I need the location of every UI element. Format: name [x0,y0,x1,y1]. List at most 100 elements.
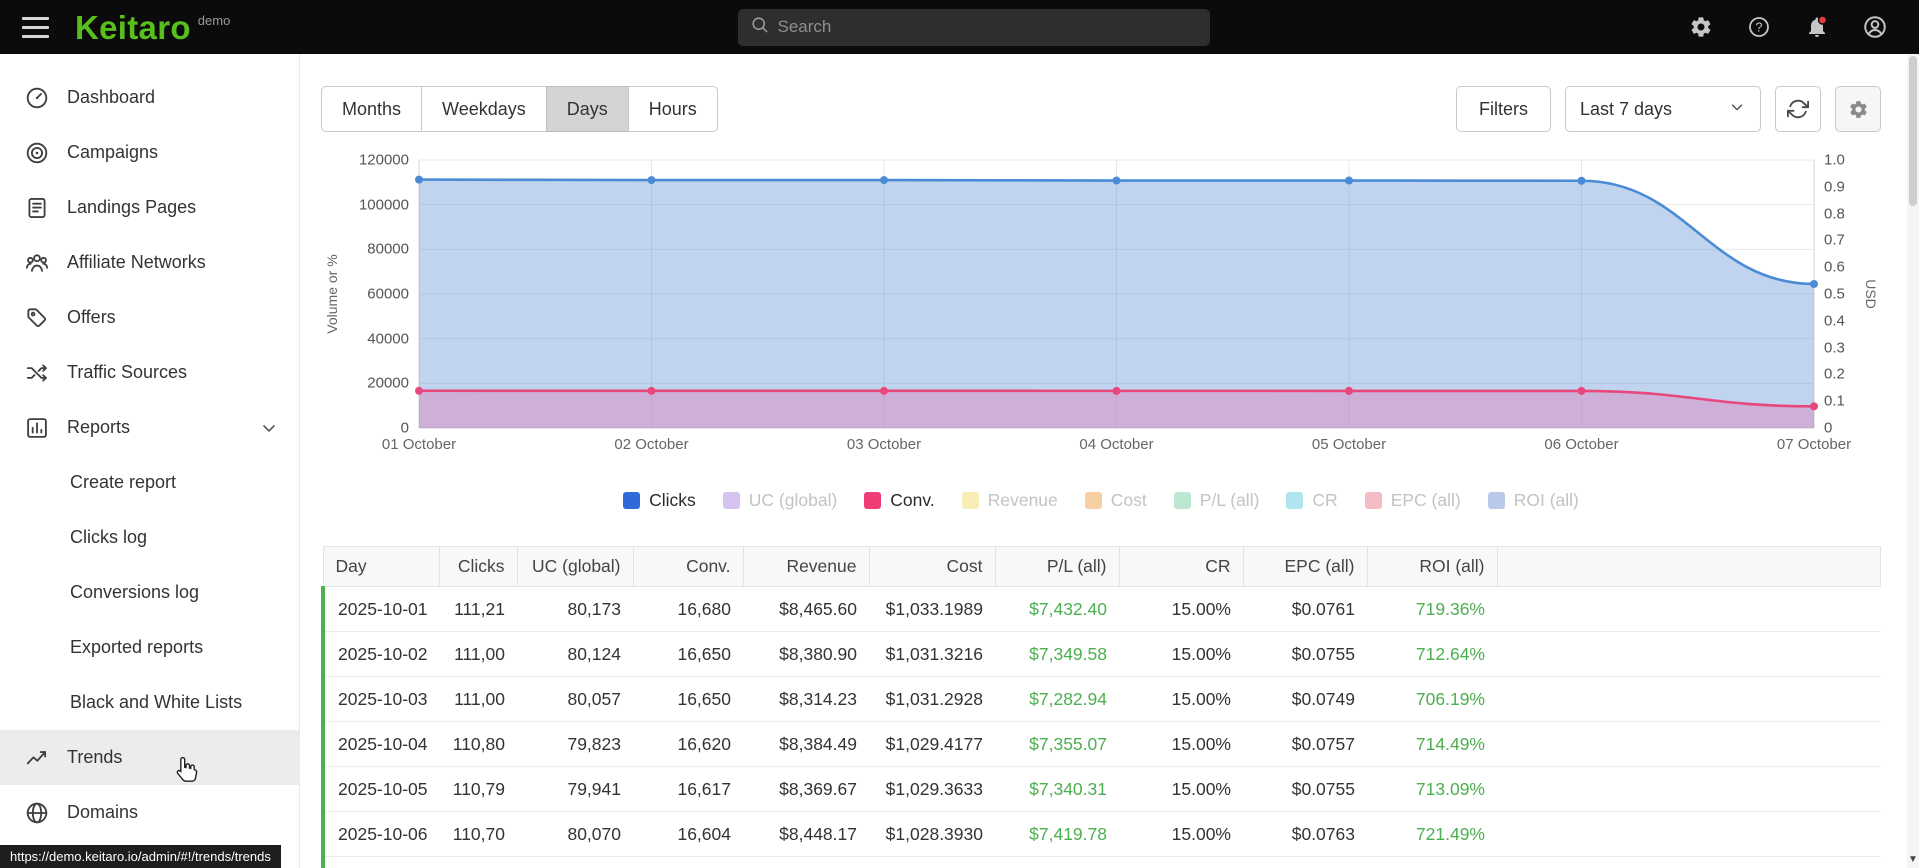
sidebar-item-clicks-log[interactable]: Clicks log [0,510,299,565]
x-tick-label: 04 October [1079,436,1154,453]
sidebar-item-offers[interactable]: Offers [0,290,299,345]
chevron-down-icon [1728,98,1746,121]
traffic-icon [24,360,50,386]
legend-item-epc-all[interactable]: EPC (all) [1364,490,1461,511]
cell: $0.0757 [1243,721,1367,767]
col-p-l-all: P/L (all) [994,546,1120,587]
cell [1497,631,1881,677]
cell: $8,465.60 [743,586,869,632]
cell: 2025-10-07 [321,856,439,868]
y-tick-right: 0.2 [1824,365,1845,383]
sidebar-item-label: Black and White Lists [70,692,243,712]
gear-icon [1849,100,1867,118]
scrollbar-down-arrow[interactable]: ▼ [1907,855,1919,865]
left-axis-ticks: 120000 100000 80000 60000 40000 20000 0 [343,152,419,437]
left-axis-label: Volume or % [324,254,340,334]
cell: $7,282.94 [995,676,1119,722]
affiliates-icon [24,250,50,276]
legend-item-conv[interactable]: Conv. [864,489,935,511]
sidebar-item-label: Clicks log [70,527,148,547]
legend-item-roi-all[interactable]: ROI (all) [1487,490,1579,511]
sidebar-item-exported-reports[interactable]: Exported reports [0,620,299,675]
sidebar-item-black-and-white-lists[interactable]: Black and White Lists [0,675,299,730]
y-tick: 60000 [367,285,409,303]
cell: $7,419.78 [995,811,1119,857]
legend-label: Conv. [890,489,935,510]
sidebar-item-label: Create report [70,472,177,492]
menu-icon[interactable] [22,16,49,38]
help-icon[interactable]: ? [1745,13,1773,41]
legend-item-uc-global[interactable]: UC (global) [722,489,838,511]
cell: 712.64% [1367,631,1497,677]
tab-hours[interactable]: Hours [627,86,718,132]
scrollbar-thumb[interactable] [1909,56,1917,206]
notifications-bell-icon[interactable] [1803,13,1831,41]
y-tick-right: 1.0 [1824,151,1845,169]
account-icon[interactable] [1861,13,1889,41]
table-row: 2025-10-05 110,79 79,941 16,617 $8,369.67 $1,… [321,766,1881,812]
cell: $0.0761 [1243,856,1367,868]
chart-settings-button[interactable] [1835,86,1881,132]
sidebar-item-landings-pages[interactable]: Landings Pages [0,180,299,235]
filters-button[interactable]: Filters [1456,86,1551,132]
x-tick-label: 03 October [846,436,922,453]
tab-days[interactable]: Days [545,86,629,132]
refresh-button[interactable] [1775,86,1821,132]
chart-legend: Clicks UC (global) Conv. Revenue Cost P/L (al… [321,488,1881,512]
legend-item-clicks[interactable]: Clicks [623,490,696,511]
logo[interactable]: Keitaro demo [75,11,230,44]
y-tick-right: 0.3 [1824,339,1845,357]
legend-swatch [1364,491,1382,509]
sidebar-item-dashboard[interactable]: Dashboard [0,70,299,125]
legend-label: UC (global) [748,489,838,510]
campaigns-icon [24,140,50,166]
search-bar[interactable] [737,8,1210,46]
cell: $1,031.3216 [869,631,995,677]
sidebar-item-campaigns[interactable]: Campaigns [0,125,299,180]
sidebar-item-create-report[interactable]: Create report [0,455,299,510]
legend-item-p-l-all[interactable]: P/L (all) [1173,489,1260,511]
cell: 15.00% [1119,856,1243,868]
legend-swatch [722,491,740,509]
main-content: Months Weekdays Days Hours Filters Last 7 d… [300,54,1919,868]
tab-weekdays[interactable]: Weekdays [421,86,547,132]
y-tick-right: 0.4 [1824,312,1845,330]
y-tick-right: 0.1 [1824,392,1845,410]
cell: $8,369.67 [743,766,869,812]
sidebar-item-trends[interactable]: Trends [0,730,299,785]
trends-chart[interactable]: Volume or % 120000 100000 80000 60000 40000 2… [321,152,1881,462]
sidebar-item-traffic-sources[interactable]: Traffic Sources [0,345,299,400]
legend-item-cr[interactable]: CR [1286,490,1338,511]
cell: 714.49% [1367,721,1497,767]
legend-item-cost[interactable]: Cost [1084,490,1147,511]
table-row: 2025-10-03 111,00 80,057 16,650 $8,314.23 $1,… [321,676,1881,722]
cell: 16,604 [633,811,743,857]
chart-plot-area[interactable]: 01 October 02 October 03 October 04 October… [382,159,1851,462]
cell: $1,031.2928 [869,676,995,722]
cell: $4,307.49 [995,856,1119,868]
scrollbar[interactable]: ▼ [1907,54,1919,868]
legend-label: P/L (all) [1199,489,1260,510]
cell: 79,941 [517,766,633,812]
sidebar-item-reports[interactable]: Reports [0,400,299,455]
granularity-tabs: Months Weekdays Days Hours [321,86,718,132]
cell: 110,79 [439,766,517,812]
sidebar-item-conversions-log[interactable]: Conversions log [0,565,299,620]
sidebar-item-label: Conversions log [70,582,200,602]
legend-item-revenue[interactable]: Revenue [961,490,1058,511]
sidebar-item-label: Affiliate Networks [67,252,206,272]
date-range-select[interactable]: Last 7 days [1565,86,1761,132]
sidebar-item-label: Traffic Sources [67,362,188,382]
sidebar-item-domains[interactable]: Domains [0,785,299,840]
search-input[interactable] [777,17,1198,37]
topbar: Keitaro demo ? [0,0,1919,54]
gear-icon[interactable] [1687,13,1715,41]
legend-swatch [961,491,979,509]
tab-months[interactable]: Months [321,86,423,132]
sidebar-item-affiliate-networks[interactable]: Affiliate Networks [0,235,299,290]
col-day: Day [322,546,440,587]
trends-table: Day Clicks UC (global) Conv. Revenue Cost P/L … [321,546,1881,868]
cell: 16,617 [633,766,743,812]
legend-swatch [864,491,882,509]
table-row: 2025-10-01 111,21 80,173 16,680 $8,465.60 $1,… [321,586,1881,632]
